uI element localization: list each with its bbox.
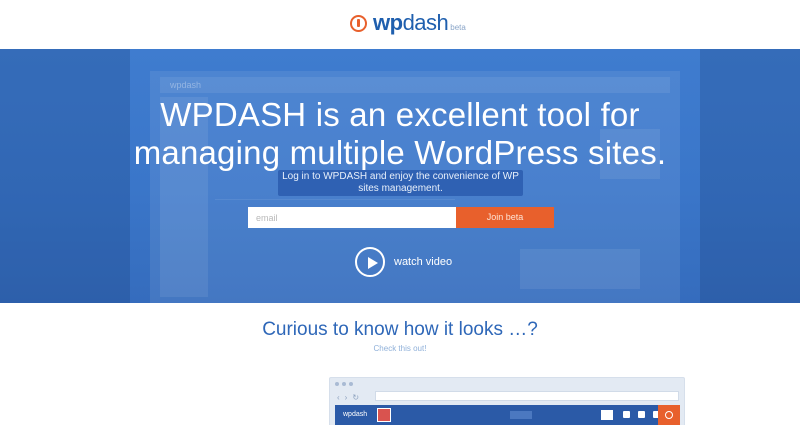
join-beta-button[interactable]: Join beta (456, 207, 554, 228)
wpdash-logo[interactable]: wpdash beta (350, 12, 466, 34)
power-icon (658, 405, 680, 425)
browser-forward-icon: › (344, 393, 348, 402)
browser-nav: ‹ › ↻ (337, 393, 359, 402)
beta-badge: beta (450, 23, 466, 32)
preview-button (601, 410, 613, 420)
wpdash-logo-icon (350, 15, 367, 32)
bg-right-shade (700, 49, 800, 303)
curious-heading: Curious to know how it looks …? (262, 319, 538, 340)
browser-preview: ‹ › ↻ wpdash (329, 377, 685, 425)
play-icon[interactable] (355, 247, 385, 277)
hero-title-line1: WPDASH is an excellent tool for (160, 96, 640, 133)
window-dot (349, 382, 353, 386)
bg-widget (520, 249, 640, 289)
bell-icon (638, 411, 645, 418)
mail-icon (623, 411, 630, 418)
window-dot (342, 382, 346, 386)
hero-section: wpdash WPDASH is an excellent tool for m… (0, 49, 800, 303)
logo-dash: dash (402, 10, 449, 35)
window-dot (335, 382, 339, 386)
email-input[interactable] (248, 207, 456, 228)
reload-icon: ↻ (352, 393, 360, 402)
check-this-out-link[interactable]: Check this out! (0, 344, 800, 353)
hero-title-line2: managing multiple WordPress sites. (133, 134, 667, 171)
top-header: wpdash beta (0, 0, 800, 49)
watch-video-link[interactable]: watch video (355, 247, 452, 277)
preview-app-logo: wpdash (343, 411, 368, 418)
bg-app-logo: wpdash (170, 80, 202, 90)
logo-wp: wp (373, 10, 403, 35)
window-dots (335, 382, 353, 386)
preview-app-bar: wpdash (335, 405, 680, 425)
hero-subtitle: Log in to WPDASH and enjoy the convenien… (278, 170, 523, 196)
bg-left-shade (0, 49, 130, 303)
preview-chip (510, 411, 532, 419)
address-bar (375, 391, 679, 401)
hero-title: WPDASH is an excellent tool for managing… (0, 96, 800, 172)
browser-back-icon: ‹ (337, 393, 340, 402)
watch-video-label: watch video (394, 256, 453, 268)
signup-form: Join beta (248, 207, 554, 228)
bg-divider (215, 199, 455, 200)
avatar (377, 408, 391, 422)
bg-app-topbar (160, 77, 670, 93)
logo-wordmark: wpdash (373, 10, 449, 35)
